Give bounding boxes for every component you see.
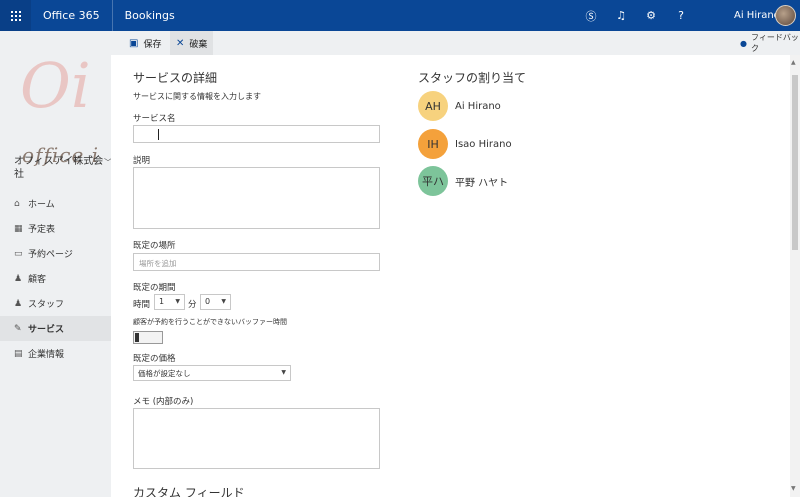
sidebar-item-customers[interactable]: ♟ 顧客 xyxy=(0,266,111,291)
scroll-down-icon[interactable]: ▼ xyxy=(791,485,796,492)
sidebar-item-label: 顧客 xyxy=(28,275,47,285)
command-bar: ▣ 保存 ✕ 破棄 xyxy=(111,31,800,55)
minutes-dropdown[interactable]: 0 ▼ xyxy=(200,294,231,310)
help-icon[interactable]: ? xyxy=(666,9,696,22)
sidebar-item-services[interactable]: ✎ サービス xyxy=(0,316,111,341)
service-name-label: サービス名 xyxy=(133,114,176,124)
minutes-value: 0 xyxy=(205,297,211,306)
brand-link[interactable]: Office 365 xyxy=(31,0,112,31)
sidebar-item-booking-page[interactable]: ▭ 予約ページ xyxy=(0,241,111,266)
toggle-knob xyxy=(135,333,139,342)
sidebar-item-business-info[interactable]: ▤ 企業情報 xyxy=(0,341,111,366)
location-label: 既定の場所 xyxy=(133,241,176,251)
staff-name: Ai Hirano xyxy=(455,100,501,112)
top-bar: Office 365 Bookings Ⓢ ♫ ⚙ ? Ai Hirano xyxy=(0,0,800,31)
skype-icon[interactable]: Ⓢ xyxy=(576,8,606,24)
user-name[interactable]: Ai Hirano xyxy=(734,0,780,31)
staff-assignment-title: スタッフの割り当て xyxy=(418,71,527,85)
custom-fields-title: カスタム フィールド xyxy=(133,486,245,497)
hours-dropdown[interactable]: 1 ▼ xyxy=(154,294,185,310)
sidebar-item-label: ホーム xyxy=(28,200,55,210)
chevron-down-icon: ▼ xyxy=(221,298,226,305)
staff-avatar: 平ハ xyxy=(418,166,448,196)
price-label: 既定の価格 xyxy=(133,354,176,364)
staff-name: Isao Hirano xyxy=(455,138,512,150)
sidebar-item-label: サービス xyxy=(28,325,65,335)
description-textarea[interactable] xyxy=(133,167,380,229)
discard-label: 破棄 xyxy=(189,39,208,50)
save-button[interactable]: ▣ 保存 xyxy=(129,31,161,55)
save-icon: ▣ xyxy=(129,37,139,49)
text-caret xyxy=(158,129,159,140)
location-placeholder: 場所を追加 xyxy=(139,259,177,268)
buffer-label: 顧客が予約を行うことができないバッファー時間 xyxy=(133,318,287,326)
notes-textarea[interactable] xyxy=(133,408,380,469)
feedback-label: フィードバック xyxy=(750,33,799,53)
notes-label: メモ (内部のみ) xyxy=(133,397,194,407)
sidebar-item-label: スタッフ xyxy=(28,300,65,310)
staff-member[interactable]: 平ハ 平野 ハヤト xyxy=(418,166,508,196)
person-icon: ♟ xyxy=(14,273,23,284)
laptop-icon: ▭ xyxy=(14,248,23,259)
description-label: 説明 xyxy=(133,156,151,166)
home-icon: ⌂ xyxy=(14,198,20,209)
waffle-icon xyxy=(10,10,21,21)
sidebar-item-label: 予約ページ xyxy=(28,250,73,260)
service-details-subtitle: サービスに関する情報を入力します xyxy=(133,92,261,101)
duration-label: 既定の期間 xyxy=(133,283,176,293)
lightbulb-icon: ● xyxy=(740,38,747,48)
org-name[interactable]: オフィスアイ株式会社 xyxy=(14,155,104,181)
people-icon: ♟ xyxy=(14,298,23,309)
topbar-icons: Ⓢ ♫ ⚙ ? xyxy=(576,0,696,31)
staff-member[interactable]: IH Isao Hirano xyxy=(418,129,512,159)
chevron-down-icon: ▼ xyxy=(281,369,286,376)
buffer-toggle[interactable] xyxy=(133,331,163,344)
avatar[interactable] xyxy=(775,5,796,26)
staff-avatar: IH xyxy=(418,129,448,159)
sidebar-nav: ⌂ ホーム ▦ 予定表 ▭ 予約ページ ♟ 顧客 ♟ スタッフ ✎ サービス ▤… xyxy=(0,191,111,366)
scrollbar-thumb[interactable] xyxy=(792,75,798,250)
price-value: 価格が設定なし xyxy=(138,369,191,378)
staff-name: 平野 ハヤト xyxy=(455,177,509,189)
staff-member[interactable]: AH Ai Hirano xyxy=(418,91,501,121)
minutes-label: 分 xyxy=(188,300,197,310)
location-input[interactable]: 場所を追加 xyxy=(133,253,380,271)
sidebar-item-label: 企業情報 xyxy=(28,350,65,360)
staff-avatar: AH xyxy=(418,91,448,121)
feedback-button[interactable]: ● フィードバック xyxy=(740,31,800,55)
discard-button[interactable]: ✕ 破棄 xyxy=(170,31,214,55)
gear-icon[interactable]: ⚙ xyxy=(636,9,666,22)
sidebar-item-calendar[interactable]: ▦ 予定表 xyxy=(0,216,111,241)
sidebar-item-home[interactable]: ⌂ ホーム xyxy=(0,191,111,216)
sidebar-item-staff[interactable]: ♟ スタッフ xyxy=(0,291,111,316)
save-label: 保存 xyxy=(143,39,162,50)
service-details-title: サービスの詳細 xyxy=(133,71,218,85)
logo-mark: Oi xyxy=(20,49,91,122)
scroll-up-icon[interactable]: ▲ xyxy=(791,59,796,66)
vertical-scrollbar[interactable]: ▲ ▼ xyxy=(790,55,800,497)
bell-icon[interactable]: ♫ xyxy=(606,9,636,22)
hours-value: 1 xyxy=(159,297,165,306)
wrench-icon: ✎ xyxy=(14,323,22,334)
chevron-down-icon: ▼ xyxy=(175,298,180,305)
app-name[interactable]: Bookings xyxy=(113,0,187,31)
calendar-icon: ▦ xyxy=(14,223,23,234)
service-name-input[interactable] xyxy=(133,125,380,143)
close-icon: ✕ xyxy=(176,37,185,49)
hours-label: 時間 xyxy=(133,300,151,310)
app-launcher-button[interactable] xyxy=(0,0,31,31)
briefcase-icon: ▤ xyxy=(14,348,23,359)
sidebar: Oi office i オフィスアイ株式会社 ﹀ ⌂ ホーム ▦ 予定表 ▭ 予… xyxy=(0,31,112,497)
price-dropdown[interactable]: 価格が設定なし ▼ xyxy=(133,365,291,381)
sidebar-item-label: 予定表 xyxy=(28,225,56,235)
